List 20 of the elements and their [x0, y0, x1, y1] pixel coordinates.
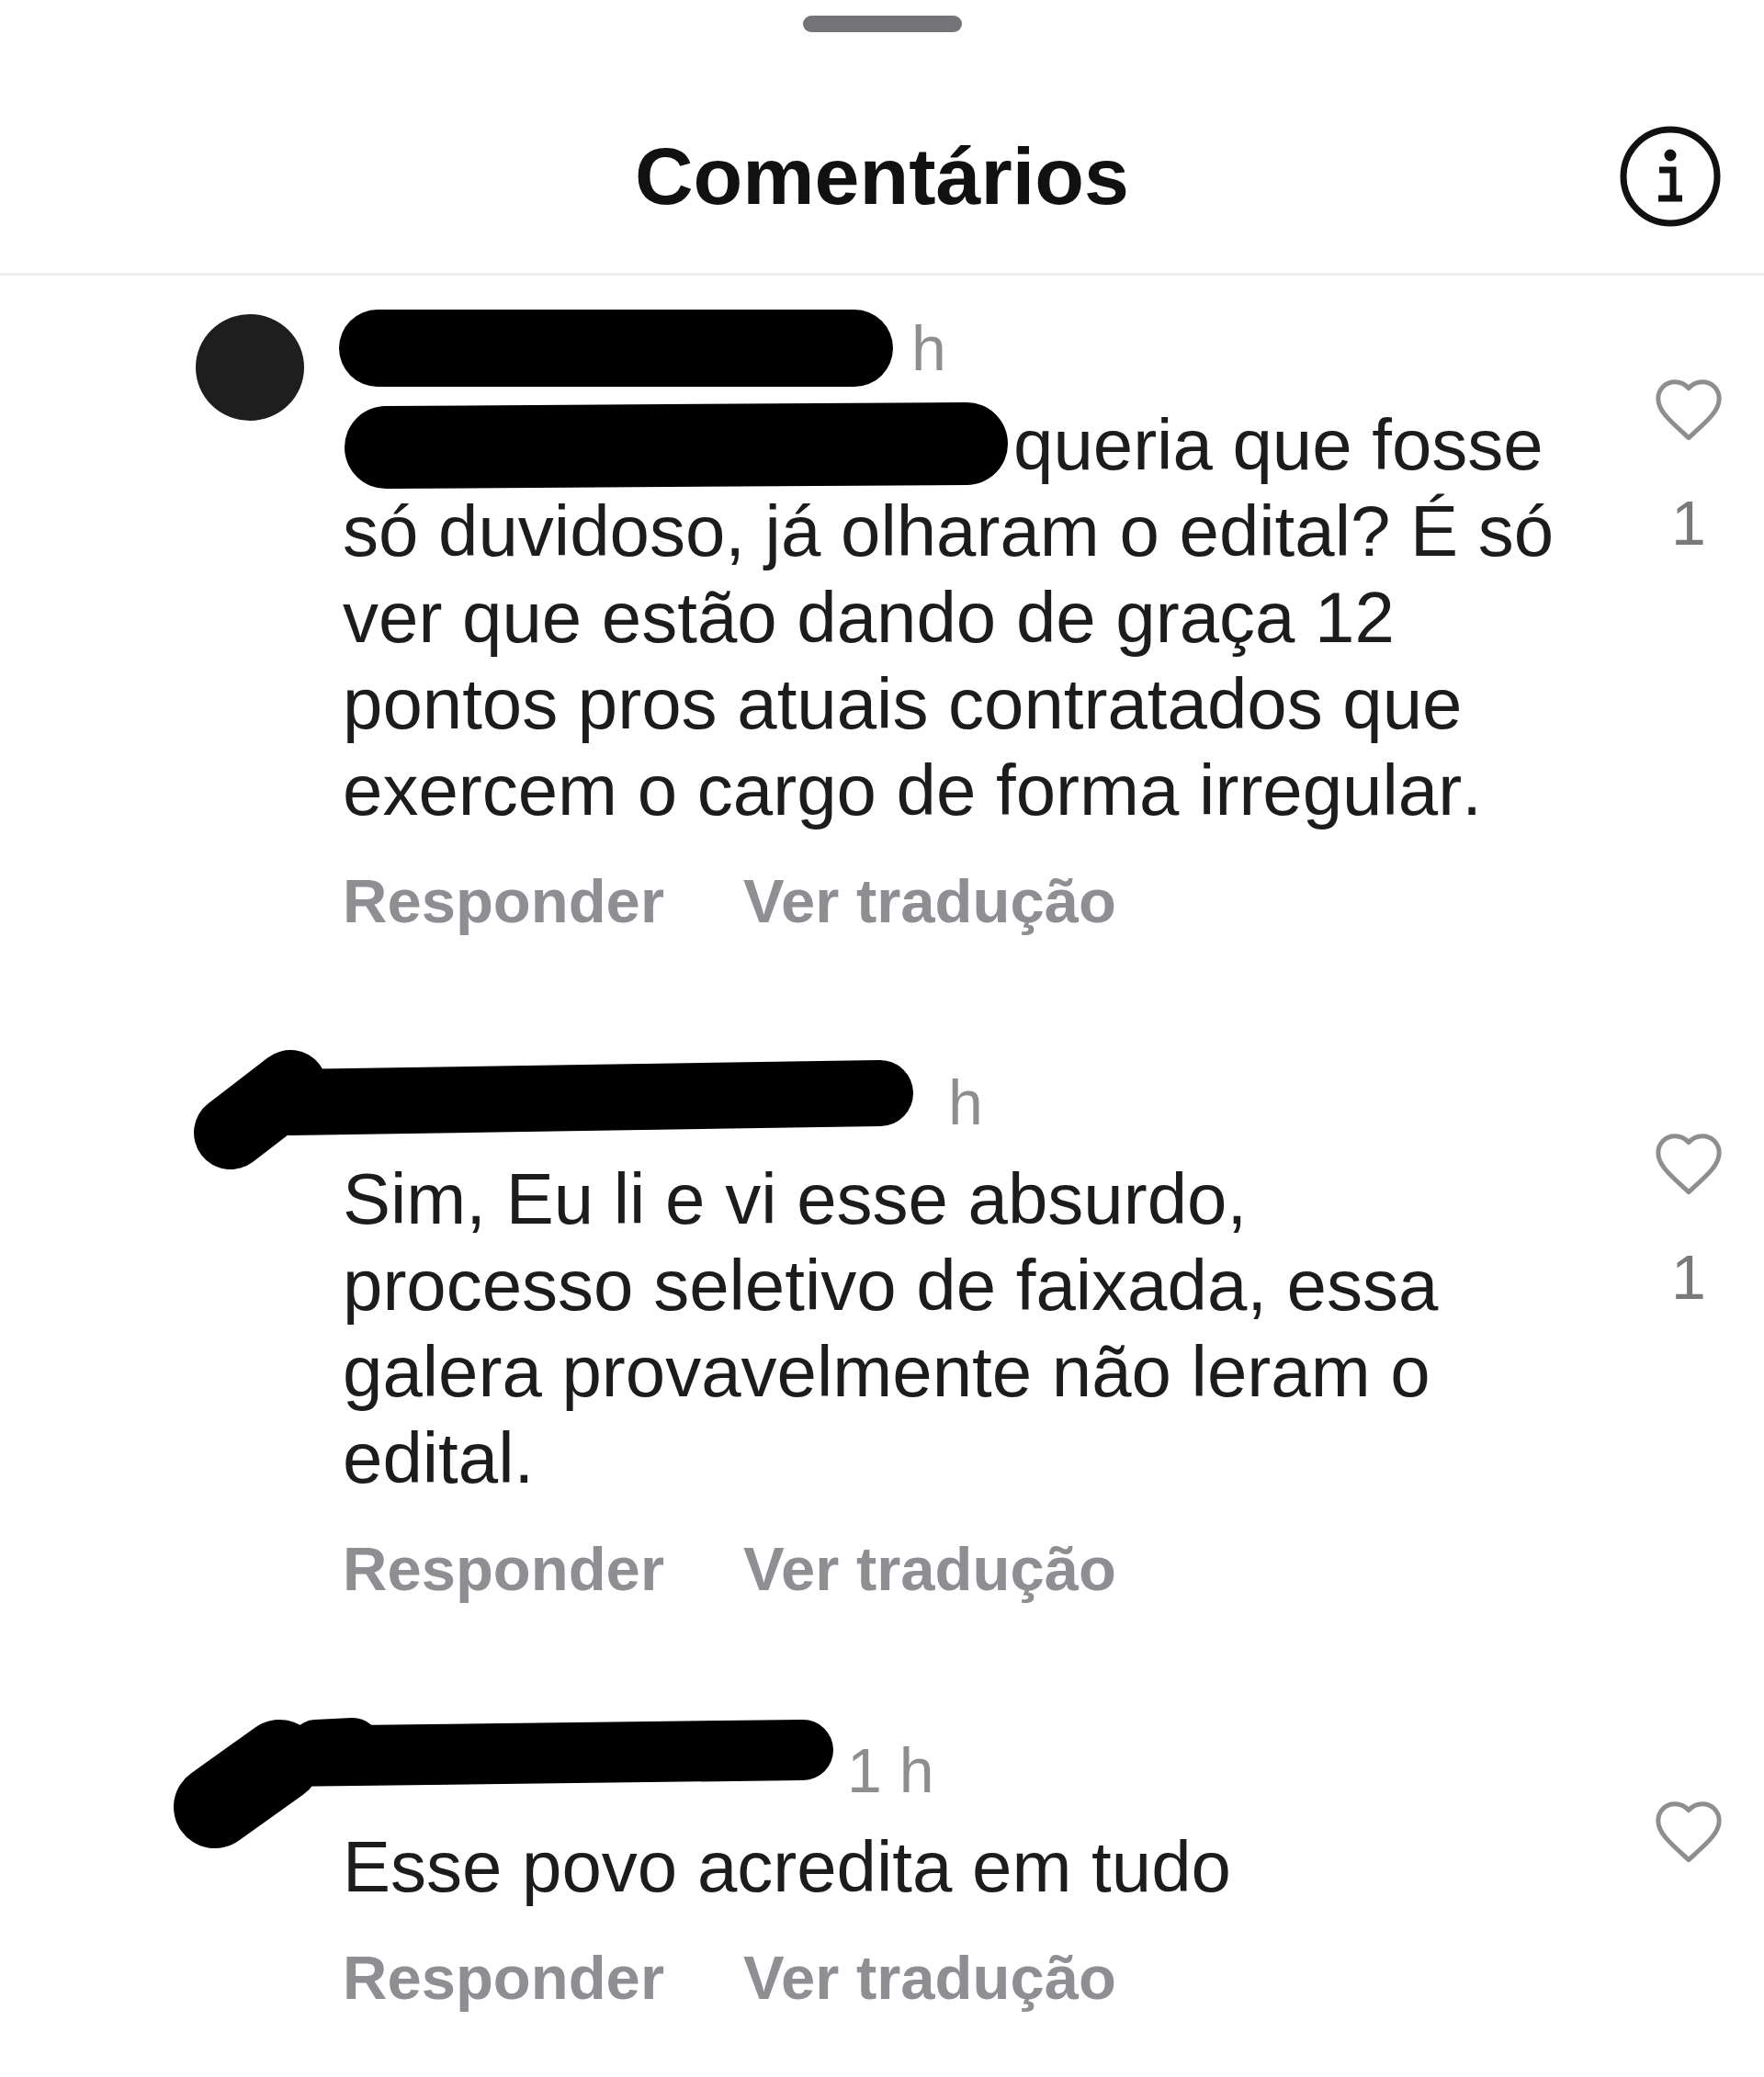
comment-text: Sim, Eu li e vi esse absurdo, processo seletivo de faixada, essa galera provavelmente não leram o edital.	[343, 1157, 1440, 1500]
sheet-title: Comentários	[635, 130, 1129, 223]
action-link[interactable]: Responder	[343, 1532, 664, 1606]
like-count: 1	[1671, 1241, 1706, 1314]
action-link[interactable]: Responder	[343, 1941, 664, 2015]
like-count: 1	[1671, 487, 1706, 559]
comment-time: 1 h	[847, 1734, 934, 1807]
comment-text: queria que fosse só duvidoso, já olharam o edital? É só ver que estão dando de graça 12 pontos pros atuais contratados que exercem o cargo de forma irregular.	[343, 403, 1555, 832]
heart-icon[interactable]	[1656, 379, 1722, 441]
comment-time: h	[948, 1067, 983, 1139]
action-link[interactable]: Responder	[343, 864, 664, 938]
drag-handle[interactable]	[802, 16, 962, 32]
action-link[interactable]: Ver tradução	[742, 1941, 1116, 2015]
action-link[interactable]: Ver tradução	[742, 1532, 1116, 1606]
action-link[interactable]: Ver tradução	[742, 864, 1116, 938]
comment-text: Esse povo acredita em tudo	[343, 1825, 1232, 1909]
info-icon[interactable]	[1620, 126, 1721, 227]
heart-icon[interactable]	[1656, 1801, 1722, 1863]
comment-time: h	[911, 312, 946, 385]
heart-icon[interactable]	[1656, 1134, 1722, 1195]
